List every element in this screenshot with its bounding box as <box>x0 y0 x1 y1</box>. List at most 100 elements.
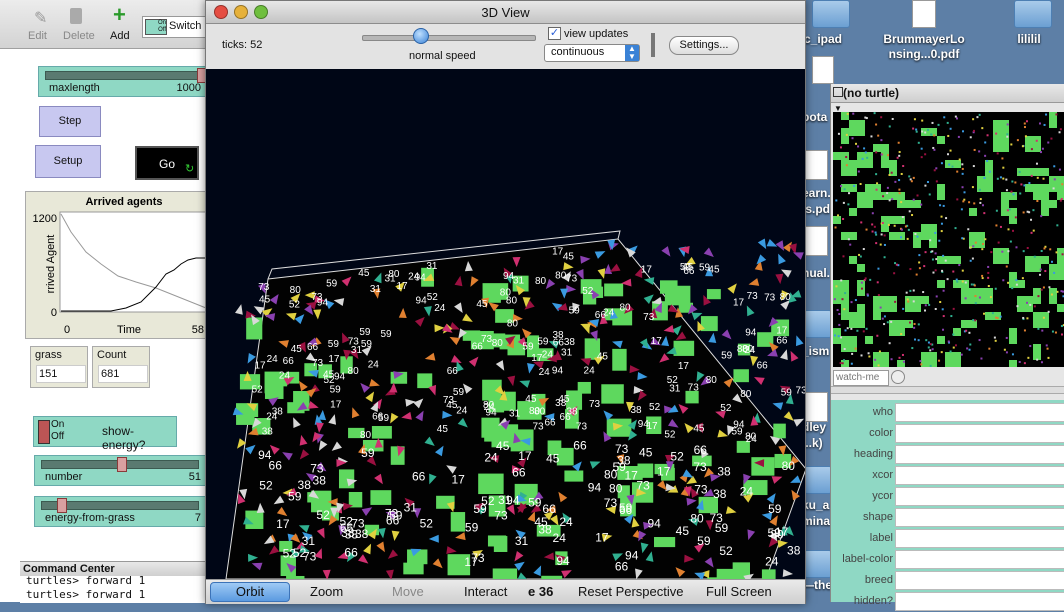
field-input[interactable] <box>895 508 1064 527</box>
pdf-file-icon[interactable] <box>912 0 936 28</box>
grass-patch <box>371 426 392 439</box>
folder-icon[interactable] <box>804 310 832 338</box>
slider-knob[interactable] <box>57 498 67 513</box>
desktop-item-label[interactable]: BrummayerLo nsing...0.pdf <box>874 32 974 62</box>
agent-energy-label: 59 <box>381 329 393 340</box>
setup-button[interactable]: Setup <box>35 145 101 178</box>
desktop-item-label[interactable]: lililil <box>999 32 1059 47</box>
pdf-file-icon[interactable] <box>804 392 828 422</box>
desktop-item-label-partial[interactable]: ku_a <box>802 498 829 513</box>
switch-label: show-energy? <box>102 424 146 452</box>
agent-dot <box>939 204 942 207</box>
pdf-file-icon[interactable] <box>804 150 828 180</box>
zoom-button[interactable]: Zoom <box>310 584 343 599</box>
view-updates-checkbox[interactable]: ✓ <box>548 27 561 40</box>
add-button[interactable]: Add <box>110 30 130 42</box>
field-input[interactable] <box>895 550 1064 569</box>
number-slider[interactable]: number 51 <box>34 455 206 486</box>
agent-dot <box>915 128 918 131</box>
agent-dot <box>1042 316 1045 319</box>
agent-dot <box>879 306 882 309</box>
pdf-file-icon[interactable] <box>804 226 828 256</box>
maxlength-slider[interactable]: maxlength 1000 <box>38 66 207 97</box>
plus-icon[interactable]: + <box>113 4 126 26</box>
agent-dot <box>833 298 836 301</box>
desktop-item-label-partial[interactable]: —the <box>802 578 832 593</box>
field-input[interactable] <box>895 466 1064 485</box>
speed-slider[interactable] <box>362 35 536 41</box>
agent-energy-label: 73 <box>796 386 805 397</box>
watch-me-button[interactable]: watch-me <box>833 370 889 386</box>
settings-button[interactable]: Settings... <box>669 36 739 55</box>
grass-patch <box>873 144 889 152</box>
move-button[interactable]: Move <box>392 584 424 599</box>
trash-icon[interactable] <box>70 8 82 24</box>
agent-dot <box>898 188 901 191</box>
pencil-icon[interactable]: ✎ <box>34 8 47 28</box>
agent-dot <box>974 319 977 322</box>
grass-patch <box>921 296 929 304</box>
agent-dot <box>934 269 937 272</box>
delete-button[interactable]: Delete <box>63 30 95 42</box>
3d-world-view[interactable]: 17 66 24 66 73 24 73 59 17 17 73 73 31 45 52 59 73 80 17 73… <box>206 69 805 579</box>
speed-slider-knob[interactable] <box>413 28 429 44</box>
field-input[interactable] <box>895 403 1064 422</box>
grass-patch <box>857 264 865 272</box>
orbit-button[interactable]: Orbit <box>210 582 290 602</box>
folder-icon[interactable] <box>1014 0 1052 28</box>
energy-from-grass-slider[interactable]: energy-from-grass 7 <box>34 496 206 527</box>
agent-energy-label: 80 <box>780 292 792 303</box>
agent-dot <box>940 230 943 233</box>
desktop-item-label[interactable]: c_ipad <box>804 32 844 47</box>
agent-dot <box>933 134 936 137</box>
desktop-item-label-partial[interactable]: mina <box>802 514 830 529</box>
switch-toggle-icon[interactable] <box>38 420 50 444</box>
agent-energy-label: 66 <box>595 310 607 321</box>
slider-knob[interactable] <box>117 457 127 472</box>
full-screen-button[interactable]: Full Screen <box>706 584 772 599</box>
folder-icon[interactable] <box>804 466 832 494</box>
widget-type-select[interactable]: On Off Switch <box>142 16 208 38</box>
window-titlebar[interactable]: 3D View <box>206 1 805 24</box>
agent-dot <box>988 347 991 350</box>
grass-patch <box>493 536 508 552</box>
interact-button[interactable]: Interact <box>464 584 507 599</box>
agent-energy-label: 52 <box>316 508 330 522</box>
agent-dot <box>997 241 1000 244</box>
folder-icon[interactable] <box>812 0 850 28</box>
edit-button[interactable]: Edit <box>28 30 47 42</box>
agent-dot <box>876 182 879 185</box>
field-input[interactable] <box>895 529 1064 548</box>
agent-energy-label: 73 <box>710 511 724 525</box>
agent-energy-label: 52 <box>664 429 676 440</box>
grass-patch <box>664 285 691 306</box>
agent-dot <box>875 233 878 236</box>
step-button[interactable]: Step <box>39 106 101 137</box>
desktop-item-label-partial[interactable]: earn. <box>802 186 831 201</box>
agent-dot <box>981 274 984 277</box>
field-input[interactable] <box>895 445 1064 464</box>
inspector-mini-view[interactable] <box>833 112 1064 367</box>
grass-patch <box>1057 304 1064 312</box>
desktop-item-label-partial[interactable]: nual. <box>802 266 830 281</box>
show-energy-switch[interactable]: On Off show-energy? <box>33 416 177 452</box>
go-button[interactable]: Go ↻ <box>135 146 199 180</box>
grass-patch <box>969 208 977 216</box>
close-window-icon[interactable] <box>833 87 843 97</box>
field-input[interactable] <box>895 487 1064 506</box>
agent-energy-label: 45 <box>259 294 271 305</box>
3d-scene[interactable]: 1766246673247359171773733145525973801773… <box>206 69 805 579</box>
reset-perspective-button[interactable]: Reset Perspective <box>578 584 684 599</box>
field-input[interactable] <box>895 571 1064 590</box>
field-input[interactable] <box>895 424 1064 443</box>
agent-dot <box>952 307 955 310</box>
inspector-titlebar[interactable]: (no turtle) <box>831 84 1064 103</box>
desktop-item-label-partial[interactable]: ls.pd <box>802 202 830 217</box>
agent-energy-label: 24 <box>542 349 554 360</box>
folder-icon[interactable] <box>804 550 832 578</box>
desktop-item-label-partial[interactable]: _ism <box>802 344 829 359</box>
pdf-file-icon[interactable] <box>812 56 834 84</box>
update-mode-select[interactable]: continuous ▲ ▼ <box>544 44 640 62</box>
agent-turtle <box>746 305 755 317</box>
zoom-slider-knob[interactable] <box>891 370 905 384</box>
